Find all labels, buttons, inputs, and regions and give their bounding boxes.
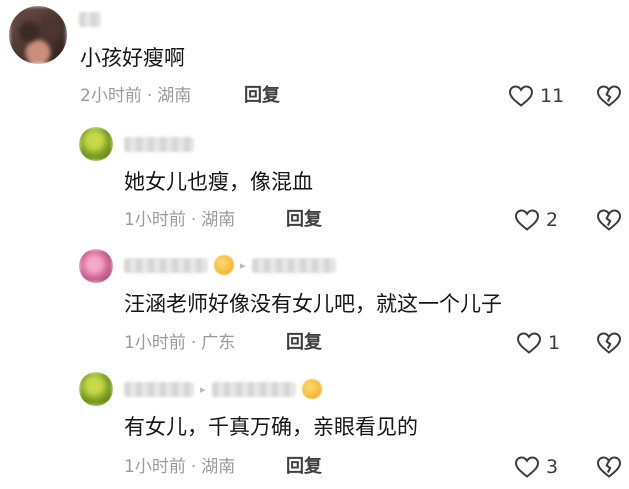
avatar[interactable] (9, 6, 67, 64)
like-count: 1 (548, 332, 561, 354)
broken-heart-icon (596, 84, 622, 108)
reply-item: ▸ 有女儿，千真万确，亲眼看见的 1小时前 · 湖南 回复 3 (0, 367, 629, 489)
meta-separator: · (190, 210, 197, 230)
reply-button[interactable]: 回复 (286, 208, 322, 232)
meta-separator: · (190, 457, 197, 477)
username-blurred (124, 257, 208, 273)
heart-outline-icon (516, 331, 542, 355)
reply-item: 她女儿也瘦，像混血 1小时前 · 湖南 回复 2 (0, 120, 629, 240)
reply-button[interactable]: 回复 (286, 331, 322, 355)
username[interactable]: ▸ (124, 254, 336, 276)
reply-to-username-blurred (251, 257, 336, 273)
reply-arrow-icon: ▸ (240, 258, 246, 272)
avatar[interactable] (79, 127, 113, 161)
like-count: 2 (546, 209, 559, 231)
like-button[interactable]: 3 (514, 455, 558, 479)
username-blurred (124, 381, 194, 397)
comment-text: 小孩好瘦啊 (80, 46, 185, 70)
username[interactable] (79, 8, 101, 30)
comment-time: 1小时前 (124, 457, 186, 477)
comment-text: 有女儿，千真万确，亲眼看见的 (124, 415, 418, 439)
user-badge-icon (301, 379, 322, 399)
user-badge-icon (214, 255, 234, 275)
like-count: 11 (540, 85, 565, 107)
reply-button[interactable]: 回复 (244, 84, 280, 108)
comment-meta: 2小时前 · 湖南 (80, 84, 191, 108)
dislike-button[interactable] (596, 84, 622, 108)
comment-time: 1小时前 (124, 333, 186, 353)
comment-text: 她女儿也瘦，像混血 (124, 170, 313, 194)
username[interactable]: ▸ (124, 378, 322, 400)
comment-meta: 1小时前 · 湖南 (124, 455, 235, 479)
comment-meta: 1小时前 · 湖南 (124, 208, 235, 232)
heart-outline-icon (514, 455, 540, 479)
comment-time: 2小时前 (80, 86, 142, 106)
broken-heart-icon (596, 208, 622, 232)
username-blurred (79, 11, 101, 27)
reply-button[interactable]: 回复 (286, 455, 322, 479)
username-blurred (124, 136, 194, 152)
like-button[interactable]: 11 (508, 84, 564, 108)
avatar[interactable] (79, 249, 113, 283)
dislike-button[interactable] (596, 208, 622, 232)
avatar[interactable] (79, 372, 113, 406)
comment-text: 汪涵老师好像没有女儿吧，就这一个儿子 (124, 292, 502, 316)
heart-outline-icon (508, 84, 534, 108)
comment-location: 湖南 (157, 86, 192, 106)
like-button[interactable]: 1 (516, 331, 560, 355)
username[interactable] (124, 133, 194, 155)
reply-arrow-icon: ▸ (200, 382, 206, 396)
heart-outline-icon (514, 208, 540, 232)
comment-time: 1小时前 (124, 210, 186, 230)
dislike-button[interactable] (596, 331, 622, 355)
meta-separator: · (190, 333, 197, 353)
comment-location: 湖南 (201, 210, 236, 230)
comment-location: 广东 (201, 333, 236, 353)
comment-meta: 1小时前 · 广东 (124, 331, 235, 355)
comment-location: 湖南 (201, 457, 236, 477)
broken-heart-icon (596, 455, 622, 479)
comment-item: 小孩好瘦啊 2小时前 · 湖南 回复 11 (0, 0, 629, 120)
reply-item: ▸ 汪涵老师好像没有女儿吧，就这一个儿子 1小时前 · 广东 回复 1 (0, 244, 629, 366)
like-button[interactable]: 2 (514, 208, 558, 232)
dislike-button[interactable] (596, 455, 622, 479)
like-count: 3 (546, 456, 559, 478)
reply-to-username-blurred (211, 381, 296, 397)
broken-heart-icon (596, 331, 622, 355)
meta-separator: · (146, 86, 153, 106)
